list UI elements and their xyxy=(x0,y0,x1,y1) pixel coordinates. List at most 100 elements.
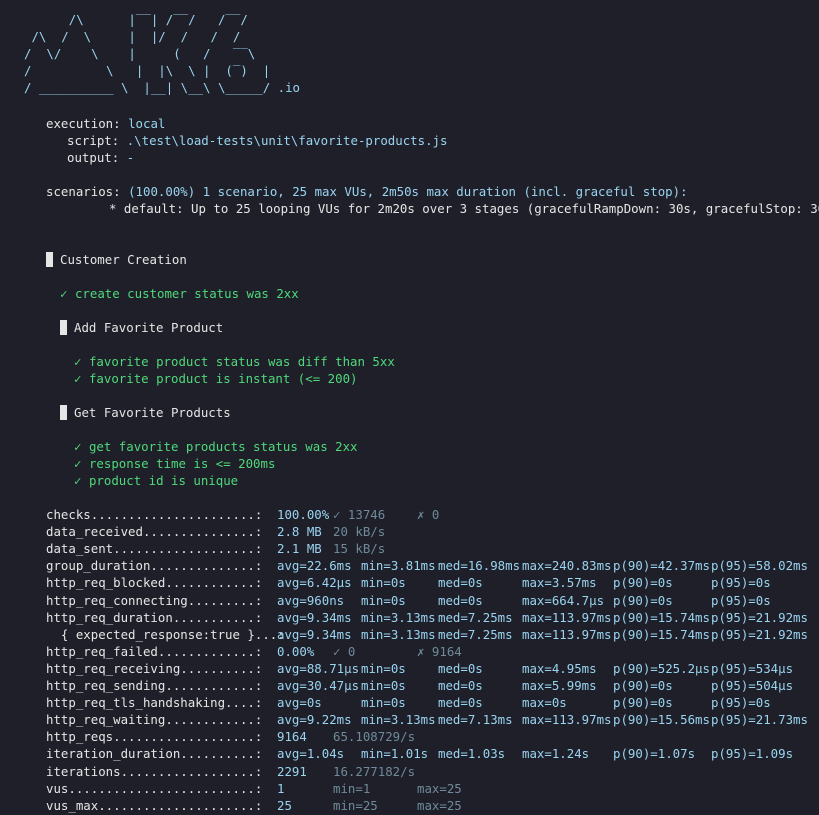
metric-max: max=0s xyxy=(522,695,567,710)
metric-secondary: 15 kB/s xyxy=(333,541,386,556)
k6-logo: /\ |‾‾| /‾‾/ /‾‾/ /\ / \ | |/ / / / / \/… xyxy=(24,12,301,95)
check-mark-icon: ✓ xyxy=(74,456,82,471)
metric-max: max=113.97ms xyxy=(522,610,612,625)
metric-avg: avg=9.22ms xyxy=(277,712,352,727)
script-value: .\test\load-tests\unit\favorite-products… xyxy=(126,133,448,148)
check-mark-icon: ✓ xyxy=(60,286,68,301)
check-item: ✓ response time is <= 200ms xyxy=(74,455,275,472)
metric-name: http_req_blocked............: xyxy=(46,575,263,590)
metric-min: min=1.01s xyxy=(361,746,429,761)
output-label: output: xyxy=(67,150,120,165)
metric-value: 2.8 MB xyxy=(277,524,322,539)
metric-tertiary: max=25 xyxy=(417,798,462,813)
script-line: script: .\test\load-tests\unit\favorite-… xyxy=(67,132,447,149)
metric-p90: p(90)=42.37ms xyxy=(613,558,710,573)
metric-tertiary: ✗ 0 xyxy=(417,507,440,522)
metric-name: http_reqs...................: xyxy=(46,729,263,744)
check-item: ✓ favorite product status was diff than … xyxy=(74,353,395,370)
metric-avg: avg=0s xyxy=(277,695,322,710)
metric-name: iterations..................: xyxy=(46,764,263,779)
check-label: product id is unique xyxy=(88,473,239,488)
output-line: output: - xyxy=(67,149,134,166)
scenario-detail: * default: Up to 25 looping VUs for 2m20… xyxy=(109,201,819,216)
metric-min: min=0s xyxy=(361,695,406,710)
metric-name: group_duration..............: xyxy=(46,558,263,573)
metric-name: http_req_failed.............: xyxy=(46,644,263,659)
metric-max: max=3.57ms xyxy=(522,575,597,590)
execution-line: execution: local xyxy=(46,115,165,132)
script-label: script: xyxy=(67,133,120,148)
metric-max: max=240.83ms xyxy=(522,558,612,573)
metric-name: http_req_connecting.........: xyxy=(46,593,263,608)
metric-tertiary: max=25 xyxy=(417,781,462,796)
metric-min: min=3.13ms xyxy=(361,610,436,625)
group-block-icon xyxy=(60,320,67,335)
metric-value: 0.00% xyxy=(277,644,315,659)
metric-value: 25 xyxy=(277,798,292,813)
metric-name: checks......................: xyxy=(46,507,263,522)
metric-max: max=113.97ms xyxy=(522,627,612,642)
metric-min: min=0s xyxy=(361,678,406,693)
metric-avg: avg=22.6ms xyxy=(277,558,352,573)
check-label: get favorite products status was 2xx xyxy=(88,439,358,454)
metric-min: min=3.13ms xyxy=(361,712,436,727)
check-mark-icon: ✓ xyxy=(74,439,82,454)
metric-med: med=0s xyxy=(438,593,483,608)
metric-p90: p(90)=15.74ms xyxy=(613,627,710,642)
metric-min: min=0s xyxy=(361,575,406,590)
metric-secondary: ✓ 13746 xyxy=(333,507,386,522)
group-name: Get Favorite Products xyxy=(74,405,231,420)
check-label: create customer status was 2xx xyxy=(74,286,299,301)
group-name: Customer Creation xyxy=(60,252,187,267)
metric-avg: avg=9.34ms xyxy=(277,627,352,642)
metric-avg: avg=6.42µs xyxy=(277,575,352,590)
metric-name: http_req_sending............: xyxy=(46,678,263,693)
metric-value: 100.00% xyxy=(277,507,330,522)
metric-name: http_req_receiving..........: xyxy=(46,661,263,676)
metric-avg: avg=88.71µs xyxy=(277,661,360,676)
metric-p90: p(90)=1.07s xyxy=(613,746,696,761)
scenarios-line: scenarios: (100.00%) 1 scenario, 25 max … xyxy=(46,183,688,200)
group-header: Customer Creation xyxy=(46,251,187,268)
metric-p95: p(95)=58.02ms xyxy=(711,558,808,573)
metric-min: min=3.81ms xyxy=(361,558,436,573)
metric-name: data_received...............: xyxy=(46,524,263,539)
group-block-icon xyxy=(60,405,67,420)
check-item: ✓ product id is unique xyxy=(74,472,238,489)
terminal-window: /\ |‾‾| /‾‾/ /‾‾/ /\ / \ | |/ / / / / \/… xyxy=(0,0,819,815)
metric-avg: avg=1.04s xyxy=(277,746,345,761)
metric-max: max=1.24s xyxy=(522,746,590,761)
group-block-icon xyxy=(46,252,53,267)
check-label: response time is <= 200ms xyxy=(88,456,276,471)
metric-p95: p(95)=0s xyxy=(711,575,771,590)
metric-min: min=0s xyxy=(361,661,406,676)
metric-p95: p(95)=0s xyxy=(711,695,771,710)
metric-max: max=664.7µs xyxy=(522,593,605,608)
metric-med: med=7.13ms xyxy=(438,712,513,727)
metric-name: http_req_waiting............: xyxy=(46,712,263,727)
execution-value: local xyxy=(128,116,166,131)
metric-name: iteration_duration..........: xyxy=(46,746,263,761)
metric-tertiary: ✗ 9164 xyxy=(417,644,462,659)
metric-secondary: 16.277182/s xyxy=(333,764,416,779)
metric-value: 1 xyxy=(277,781,285,796)
group-header: Get Favorite Products xyxy=(60,404,231,421)
metric-max: max=113.97ms xyxy=(522,712,612,727)
metric-p95: p(95)=21.92ms xyxy=(711,627,808,642)
metric-p95: p(95)=534µs xyxy=(711,661,794,676)
metric-med: med=0s xyxy=(438,695,483,710)
metric-p95: p(95)=0s xyxy=(711,593,771,608)
metric-p90: p(90)=15.74ms xyxy=(613,610,710,625)
check-label: favorite product status was diff than 5x… xyxy=(88,354,395,369)
metric-name: http_req_tls_handshaking....: xyxy=(46,695,263,710)
group-name: Add Favorite Product xyxy=(74,320,224,335)
metric-secondary: 65.108729/s xyxy=(333,729,416,744)
output-value: - xyxy=(126,150,135,165)
metric-secondary: ✓ 0 xyxy=(333,644,356,659)
execution-label: execution: xyxy=(46,116,121,131)
metric-med: med=1.03s xyxy=(438,746,506,761)
metric-secondary: min=25 xyxy=(333,798,378,813)
scenarios-label: scenarios: xyxy=(46,184,121,199)
check-label: favorite product is instant (<= 200) xyxy=(88,371,358,386)
metric-med: med=0s xyxy=(438,661,483,676)
